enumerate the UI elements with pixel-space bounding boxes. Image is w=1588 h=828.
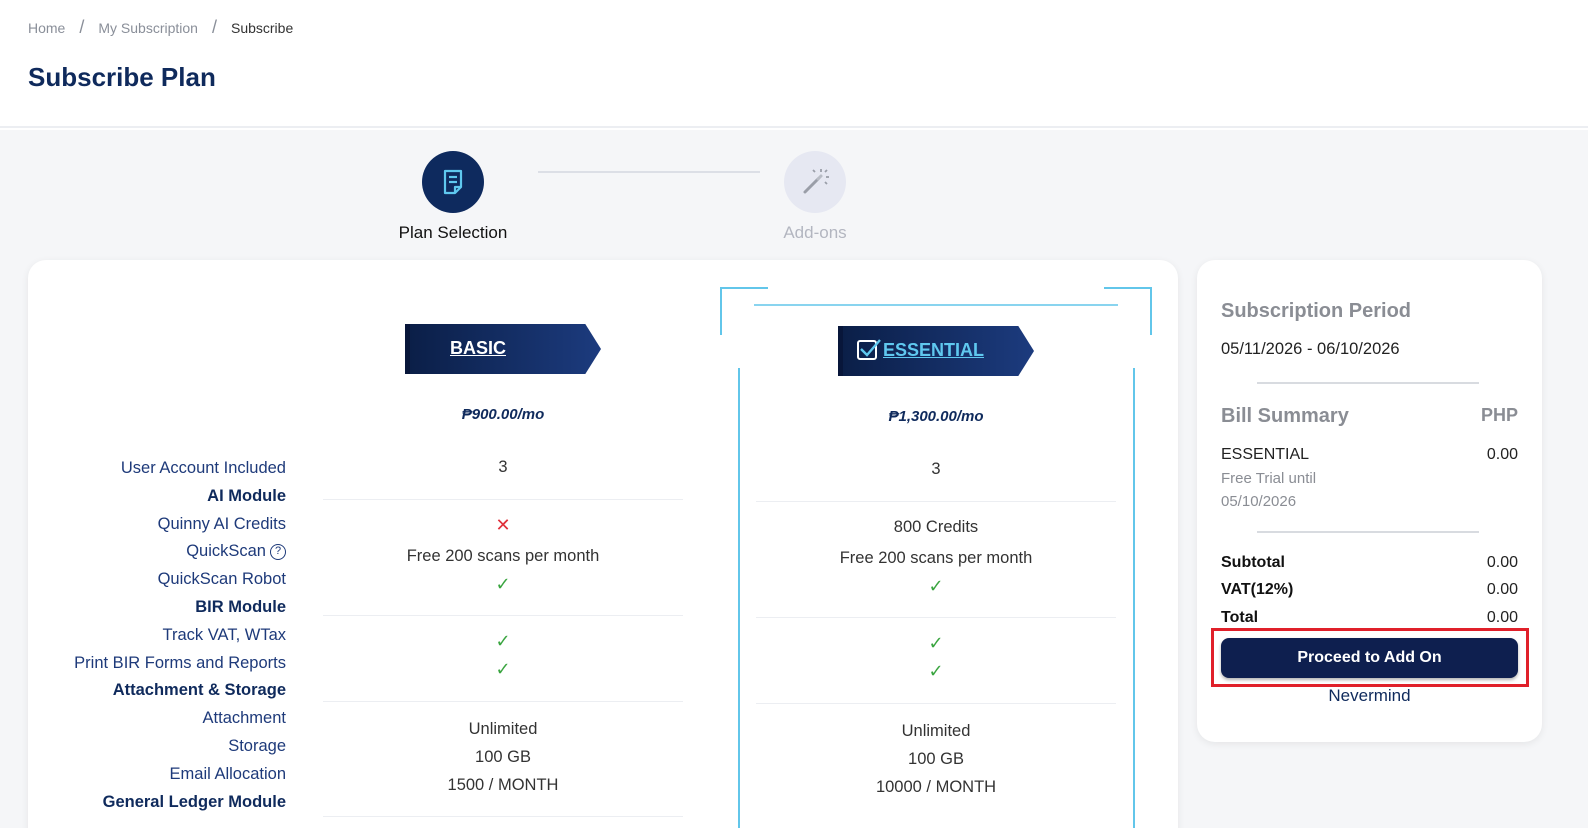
bill-line-item: ESSENTIAL 0.00 bbox=[1221, 446, 1518, 464]
breadcrumb-home-link[interactable]: Home bbox=[28, 20, 65, 36]
row-divider bbox=[756, 703, 1116, 704]
total-value: 0.00 bbox=[1486, 609, 1518, 626]
check-icon: ✓ bbox=[928, 576, 944, 596]
row-divider bbox=[756, 617, 1116, 618]
cross-icon: ✕ bbox=[495, 515, 511, 535]
check-icon: ✓ bbox=[495, 574, 511, 594]
feature-email-allocation: Email Allocation bbox=[169, 764, 286, 783]
plans-comparison-card: User Account Included AI Module Quinny A… bbox=[28, 260, 1178, 828]
subscription-period-title: Subscription Period bbox=[1221, 300, 1412, 322]
row-divider bbox=[323, 499, 683, 500]
trial-date: 05/10/2026 bbox=[1221, 493, 1297, 510]
bill-summary-card: Subscription Period 05/11/2026 - 06/10/2… bbox=[1197, 260, 1542, 742]
bill-summary-title: Bill Summary bbox=[1221, 405, 1349, 427]
plan-essential-email-allocation: 10000 / MONTH bbox=[875, 778, 997, 796]
feature-group-attachment: Attachment & Storage bbox=[112, 681, 286, 700]
vat-value: 0.00 bbox=[1486, 581, 1518, 598]
plan-basic-attachment: Unlimited bbox=[468, 720, 538, 738]
row-divider bbox=[756, 501, 1116, 502]
breadcrumb-separator: / bbox=[211, 17, 217, 37]
nevermind-link[interactable]: Nevermind bbox=[1221, 686, 1518, 706]
feature-quickscan: QuickScan? bbox=[68, 538, 286, 566]
page-title: Subscribe Plan bbox=[28, 62, 216, 92]
magic-wand-icon bbox=[803, 169, 829, 194]
check-icon: ✓ bbox=[495, 659, 511, 679]
subtotal-row: Subtotal 0.00 bbox=[1221, 554, 1518, 572]
check-icon: ✓ bbox=[495, 631, 511, 651]
subscription-period: 05/11/2026 - 06/10/2026 bbox=[1221, 340, 1400, 358]
stepper-connector bbox=[538, 171, 760, 173]
check-icon: ✓ bbox=[928, 661, 944, 681]
feature-group-ai: AI Module bbox=[207, 486, 286, 505]
checkbox-checked-icon bbox=[857, 339, 881, 360]
step-add-ons-label: Add-ons bbox=[783, 223, 847, 242]
subtotal-value: 0.00 bbox=[1486, 554, 1518, 571]
plan-basic-storage: 100 GB bbox=[475, 748, 531, 766]
feature-quinny-ai: Quinny AI Credits bbox=[157, 514, 286, 533]
selected-plan-frame-right bbox=[1133, 368, 1135, 828]
plan-basic-user-accounts: 3 bbox=[498, 458, 508, 476]
divider bbox=[1257, 531, 1479, 533]
plan-essential-user-accounts: 3 bbox=[931, 460, 941, 478]
vat-row: VAT(12%) 0.00 bbox=[1221, 581, 1518, 599]
bill-item-name: ESSENTIAL bbox=[1221, 446, 1310, 463]
breadcrumb: Home / My Subscription / Subscribe bbox=[28, 17, 293, 38]
proceed-to-add-on-button[interactable]: Proceed to Add On bbox=[1221, 638, 1518, 678]
subtotal-label: Subtotal bbox=[1221, 554, 1285, 571]
feature-attachment: Attachment bbox=[202, 709, 286, 728]
breadcrumb-current: Subscribe bbox=[230, 19, 294, 36]
plan-essential-ribbon[interactable]: ESSENTIAL bbox=[838, 326, 1034, 376]
feature-user-accounts: User Account Included bbox=[120, 459, 286, 477]
total-row: Total 0.00 bbox=[1221, 609, 1518, 627]
feature-print-bir: Print BIR Forms and Reports bbox=[74, 653, 286, 672]
feature-storage: Storage bbox=[228, 736, 286, 755]
bill-item-value: 0.00 bbox=[1486, 446, 1518, 463]
plan-essential-name[interactable]: ESSENTIAL bbox=[883, 340, 984, 361]
bill-currency: PHP bbox=[1480, 405, 1518, 425]
row-divider bbox=[323, 816, 683, 817]
selected-plan-frame-left bbox=[738, 368, 740, 828]
feature-quickscan-robot: QuickScan Robot bbox=[157, 570, 286, 589]
breadcrumb-subscription-link[interactable]: My Subscription bbox=[98, 20, 198, 36]
breadcrumb-separator: / bbox=[79, 17, 85, 37]
step-plan-selection[interactable] bbox=[422, 151, 484, 213]
plan-basic-ribbon[interactable]: BASIC bbox=[405, 324, 601, 374]
divider bbox=[1257, 382, 1479, 384]
feature-labels: User Account Included AI Module Quinny A… bbox=[68, 455, 286, 816]
document-icon bbox=[443, 169, 463, 195]
page-header: Home / My Subscription / Subscribe Subsc… bbox=[0, 0, 1588, 128]
feature-group-bir: BIR Module bbox=[195, 597, 286, 616]
plan-basic-price: ₱900.00/mo bbox=[461, 406, 545, 423]
row-divider bbox=[323, 615, 683, 616]
plan-essential-attachment: Unlimited bbox=[901, 722, 971, 740]
total-label: Total bbox=[1221, 609, 1259, 626]
plan-basic-quickscan: Free 200 scans per month bbox=[406, 547, 600, 565]
help-icon[interactable]: ? bbox=[270, 544, 286, 561]
step-add-ons[interactable] bbox=[784, 151, 846, 213]
plan-essential-price: ₱1,300.00/mo bbox=[888, 408, 984, 425]
feature-group-gl: General Ledger Module bbox=[102, 792, 286, 811]
vat-label: VAT(12%) bbox=[1221, 581, 1294, 598]
plan-essential-quickscan: Free 200 scans per month bbox=[839, 549, 1033, 567]
plan-basic-name[interactable]: BASIC bbox=[450, 338, 506, 359]
trial-label: Free Trial until bbox=[1221, 470, 1317, 487]
feature-track-vat: Track VAT, WTax bbox=[162, 625, 286, 644]
feature-quickscan-label: QuickScan bbox=[186, 542, 266, 561]
step-plan-selection-label: Plan Selection bbox=[398, 223, 508, 242]
plan-basic-email-allocation: 1500 / MONTH bbox=[447, 776, 559, 794]
plan-essential-storage: 100 GB bbox=[908, 750, 964, 768]
plan-essential-quinny-ai: 800 Credits bbox=[893, 518, 979, 536]
check-icon: ✓ bbox=[928, 633, 944, 653]
row-divider bbox=[323, 701, 683, 702]
